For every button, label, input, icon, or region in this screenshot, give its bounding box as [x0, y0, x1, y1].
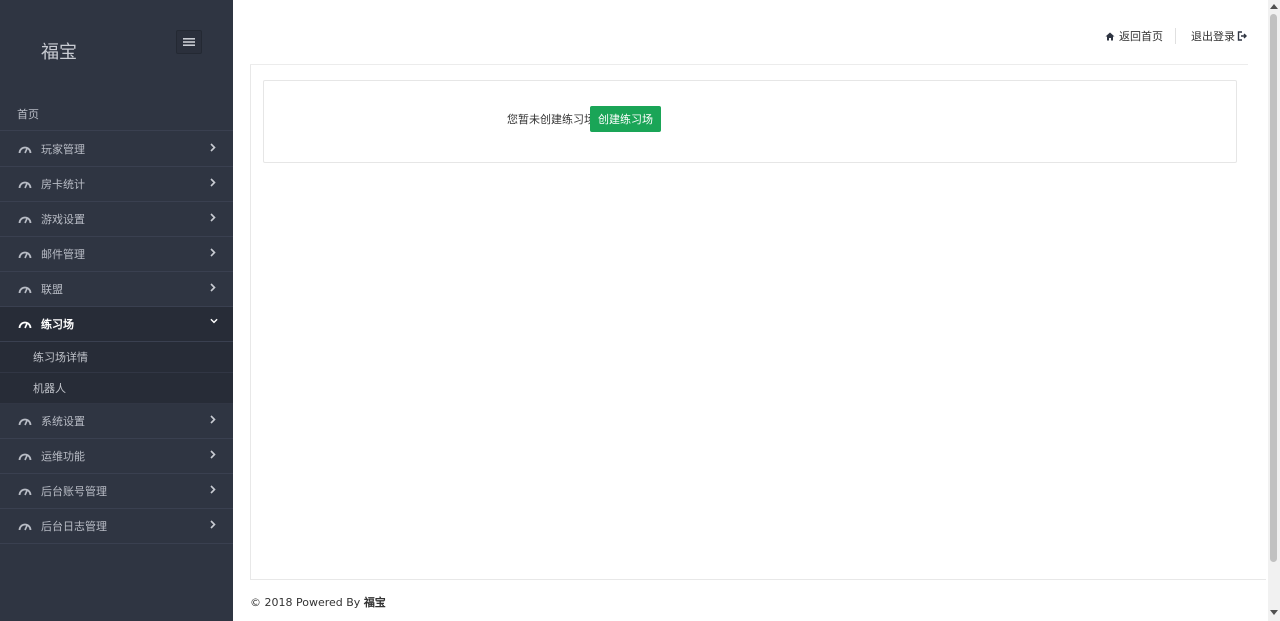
dashboard-gauge-icon — [18, 520, 34, 532]
footer-copyright: © 2018 Powered By — [250, 596, 361, 609]
sidebar-item-ops[interactable]: 运维功能 — [0, 439, 233, 474]
sidebar-subitem-robots[interactable]: 机器人 — [0, 373, 233, 404]
sidebar-item-home[interactable]: 首页 — [0, 98, 233, 131]
scroll-thumb[interactable] — [1270, 14, 1277, 562]
brand-logo-text: 福宝 — [41, 42, 77, 63]
sidebar-item-label: 玩家管理 — [41, 143, 85, 156]
home-link-label: 返回首页 — [1119, 30, 1163, 43]
dashboard-gauge-icon — [18, 450, 34, 462]
dashboard-gauge-icon — [18, 213, 34, 225]
hamburger-icon — [183, 38, 195, 46]
sidebar-item-label: 后台账号管理 — [41, 485, 107, 498]
sidebar-item-label: 练习场 — [41, 318, 74, 331]
dashboard-gauge-icon — [18, 178, 34, 190]
logout-icon — [1237, 31, 1247, 41]
dashboard-gauge-icon — [18, 415, 34, 427]
practice-empty-panel — [263, 80, 1237, 163]
chevron-right-icon — [210, 283, 218, 293]
logout-link[interactable]: 退出登录 — [1191, 29, 1247, 43]
chevron-right-icon — [210, 520, 218, 530]
dashboard-gauge-icon — [18, 143, 34, 155]
sidebar-item-label: 游戏设置 — [41, 213, 85, 226]
sidebar-item-label: 系统设置 — [41, 415, 85, 428]
sidebar-item-label: 邮件管理 — [41, 248, 85, 261]
dashboard-gauge-icon — [18, 318, 34, 330]
home-link[interactable]: 返回首页 — [1105, 29, 1163, 43]
scroll-up-arrow-icon[interactable] — [1270, 3, 1278, 11]
chevron-right-icon — [210, 178, 218, 188]
chevron-right-icon — [210, 485, 218, 495]
sidebar-item-players[interactable]: 玩家管理 — [0, 132, 233, 167]
chevron-right-icon — [210, 143, 218, 153]
sidebar-item-game-settings[interactable]: 游戏设置 — [0, 202, 233, 237]
chevron-right-icon — [210, 450, 218, 460]
chevron-right-icon — [210, 415, 218, 425]
chevron-right-icon — [210, 213, 218, 223]
scroll-down-arrow-icon[interactable] — [1270, 610, 1278, 618]
dashboard-gauge-icon — [18, 485, 34, 497]
sidebar-item-system-settings[interactable]: 系统设置 — [0, 404, 233, 439]
footer: © 2018 Powered By 福宝 — [250, 594, 386, 610]
logout-link-label: 退出登录 — [1191, 30, 1235, 43]
dashboard-gauge-icon — [18, 283, 34, 295]
header-separator — [1175, 28, 1176, 44]
sidebar-item-label: 后台日志管理 — [41, 520, 107, 533]
footer-brand: 福宝 — [363, 596, 386, 609]
dashboard-gauge-icon — [18, 248, 34, 260]
sidebar: 福宝 首页 玩家管理 房卡统计 游戏设置 邮件管理 联盟 练习场 练习场详情 机… — [0, 0, 233, 621]
sidebar-item-admin-logs[interactable]: 后台日志管理 — [0, 509, 233, 544]
home-icon — [1105, 32, 1115, 40]
sidebar-item-label: 运维功能 — [41, 450, 85, 463]
sidebar-item-label: 房卡统计 — [41, 178, 85, 191]
sidebar-item-admin-accounts[interactable]: 后台账号管理 — [0, 474, 233, 509]
sidebar-subitem-practice-details[interactable]: 练习场详情 — [0, 342, 233, 373]
chevron-right-icon — [210, 248, 218, 258]
sidebar-item-alliance[interactable]: 联盟 — [0, 272, 233, 307]
sidebar-item-mail[interactable]: 邮件管理 — [0, 237, 233, 272]
sidebar-toggle-button[interactable] — [176, 30, 202, 54]
chevron-down-icon — [210, 318, 218, 328]
sidebar-item-room-cards[interactable]: 房卡统计 — [0, 167, 233, 202]
page-scrollbar[interactable] — [1268, 0, 1280, 621]
sidebar-item-label: 联盟 — [41, 283, 63, 296]
sidebar-item-practice[interactable]: 练习场 — [0, 307, 233, 342]
sidebar-menu: 玩家管理 房卡统计 游戏设置 邮件管理 联盟 练习场 练习场详情 机器人 系统设… — [0, 132, 233, 544]
empty-state-message: 您暂未创建练习场 — [507, 113, 595, 126]
create-practice-button[interactable]: 创建练习场 — [590, 106, 661, 132]
